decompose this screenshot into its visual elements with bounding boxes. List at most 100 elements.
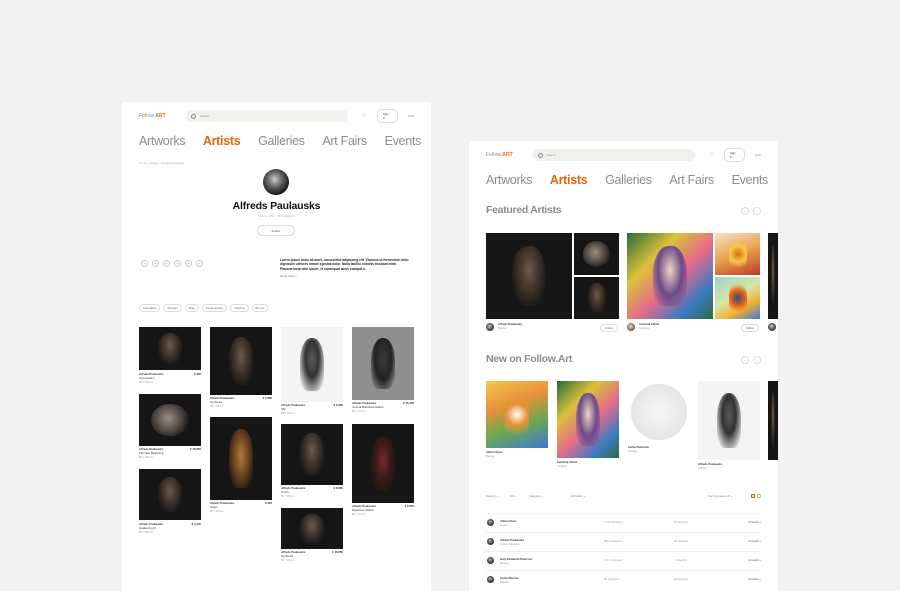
- new-artist-caption: Alfreds Paulausks Painter: [698, 462, 723, 470]
- artworks-link[interactable]: Artworks ›: [748, 577, 761, 581]
- artist-profile-page: Follow.ART Search ♡ Sign in LNG Artworks…: [122, 102, 431, 591]
- nav-events[interactable]: Events: [385, 134, 422, 148]
- tag[interactable]: Surrealism: [139, 304, 161, 312]
- artwork-image[interactable]: [210, 417, 272, 500]
- artwork-count: 22 artworks: [674, 577, 689, 581]
- nav-artworks[interactable]: Artworks: [139, 134, 186, 148]
- tag[interactable]: Bronze: [251, 304, 269, 312]
- chevron-left-icon[interactable]: ‹: [741, 356, 749, 364]
- heart-icon[interactable]: ♡: [362, 113, 366, 119]
- featured-artwork-main[interactable]: [768, 233, 778, 319]
- tag[interactable]: Abstract: [163, 304, 182, 312]
- follow-button[interactable]: Follow: [257, 225, 295, 236]
- artwork-image[interactable]: [352, 327, 414, 400]
- new-artist-artwork[interactable]: [628, 381, 690, 443]
- logo[interactable]: Follow.ART: [486, 152, 513, 158]
- nav-events[interactable]: Events: [732, 173, 769, 187]
- nav-artworks[interactable]: Artworks: [486, 173, 533, 187]
- featured-carousel-arrows: ‹ ›: [741, 207, 761, 215]
- nav-art-fairs[interactable]: Art Fairs: [322, 134, 367, 148]
- tag[interactable]: Contemporary: [201, 304, 228, 312]
- featured-artwork-thumb[interactable]: [715, 233, 760, 275]
- top-bar: Follow.ART Search ♡ Sign in LNG: [486, 148, 761, 162]
- nav-galleries[interactable]: Galleries: [258, 134, 305, 148]
- new-on-followart-title: New on Follow.Art: [486, 353, 573, 365]
- artwork-image[interactable]: [352, 424, 414, 503]
- follow-button[interactable]: Follow: [600, 324, 619, 332]
- artwork-image[interactable]: [210, 327, 272, 395]
- search-input[interactable]: Search: [185, 110, 349, 122]
- facebook-icon[interactable]: ◎: [163, 260, 170, 267]
- list-item[interactable]: Carlie Mercier Ukraine 96 Followers 22 a…: [486, 570, 761, 589]
- instagram-icon[interactable]: ◎: [152, 260, 159, 267]
- featured-artwork-main[interactable]: [627, 233, 713, 319]
- vimeo-icon[interactable]: ◎: [196, 260, 203, 267]
- new-artist-caption: Albinn Rous Painter: [486, 450, 503, 458]
- artwork-caption: Alfreds Paulausks € 8,800 Touch 80 × 80 cm: [281, 486, 343, 498]
- follower-count: 96 Followers: [604, 577, 620, 581]
- new-artist-artwork[interactable]: [557, 381, 619, 458]
- artworks-link[interactable]: Artworks ›: [748, 558, 761, 562]
- new-artist-artwork[interactable]: [768, 381, 778, 460]
- all-artists-filter[interactable]: All Artists ⌄: [571, 494, 586, 498]
- list-item[interactable]: Albinn Rous Latvia 1,6k Followers 56 art…: [486, 513, 761, 532]
- nav-artists[interactable]: Artists: [550, 173, 588, 187]
- breadcrumb[interactable]: Home › Artists › Alfreds Paulausks: [139, 161, 184, 165]
- sort-select[interactable]: Sort by name A-Z ⌄: [708, 494, 733, 498]
- list-item[interactable]: Alfreds Paulausks United Kingdom 96k Fol…: [486, 532, 761, 551]
- artwork-image[interactable]: [139, 469, 201, 520]
- sign-in-button[interactable]: Sign in: [376, 109, 398, 123]
- nav-galleries[interactable]: Galleries: [605, 173, 652, 187]
- featured-artwork-thumb[interactable]: [574, 233, 619, 275]
- artwork-count: 7 artworks: [674, 558, 687, 562]
- country-filter[interactable]: Country ⌄: [486, 494, 499, 498]
- nav-artists[interactable]: Artists: [203, 134, 241, 148]
- artwork-image[interactable]: [139, 394, 201, 446]
- heart-icon[interactable]: ♡: [709, 152, 713, 158]
- read-more-link[interactable]: Read More ›: [280, 274, 297, 278]
- follow-button[interactable]: Follow: [741, 324, 760, 332]
- search-input[interactable]: Search: [532, 149, 696, 161]
- artworks-link[interactable]: Artworks ›: [748, 539, 761, 543]
- artist-name: Alfreds Paulausks: [232, 200, 321, 212]
- new-artist-artwork[interactable]: [486, 381, 548, 448]
- logo[interactable]: Follow.ART: [139, 113, 166, 119]
- follower-count: 5,4 k Followers: [604, 558, 623, 562]
- pinterest-icon[interactable]: ◎: [174, 260, 181, 267]
- language-selector[interactable]: LNG: [755, 153, 761, 157]
- list-view-icon[interactable]: [751, 494, 755, 498]
- tag[interactable]: Male: [184, 304, 199, 312]
- category-filter[interactable]: Category ⌄: [529, 494, 543, 498]
- chevron-right-icon[interactable]: ›: [753, 356, 761, 364]
- featured-artwork-thumb[interactable]: [574, 277, 619, 319]
- artwork-image[interactable]: [281, 508, 343, 549]
- featured-artist-caption: Carolina Alvisa Sculptor: [639, 322, 660, 330]
- grid-view-icon[interactable]: [757, 494, 761, 498]
- artwork-caption: Alfreds Paulausks € 35,300 Journal Brandne…: [352, 401, 414, 413]
- artwork-image[interactable]: [281, 424, 343, 485]
- tag[interactable]: Painting: [230, 304, 249, 312]
- artist-location: Ukraine: [500, 580, 510, 584]
- twitter-icon[interactable]: ◎: [185, 260, 192, 267]
- website-icon[interactable]: ◎: [141, 260, 148, 267]
- artist-meta: Latvia, 1976 · 96 Followers: [258, 214, 295, 218]
- nav-art-fairs[interactable]: Art Fairs: [669, 173, 714, 187]
- new-artist-artwork[interactable]: [698, 381, 760, 460]
- artwork-caption: Alfreds Paulausks $ 295 Origin 80 × 80 cm: [210, 501, 272, 513]
- artist-bio: Lorem ipsum dolor sit amet, consectetur …: [280, 258, 409, 271]
- artwork-image[interactable]: [139, 327, 201, 370]
- view-toggle: [751, 494, 761, 498]
- list-item[interactable]: Gary Elizabeth Peterson Russia 5,4 k Fol…: [486, 551, 761, 570]
- chevron-left-icon[interactable]: ‹: [741, 207, 749, 215]
- language-selector[interactable]: LNG: [408, 114, 414, 118]
- artwork-caption: Alfreds Paulausks $ 395 Composition 80 × 80…: [139, 372, 201, 384]
- artworks-link[interactable]: Artworks ›: [748, 520, 761, 524]
- city-filter[interactable]: City ⌄: [510, 494, 518, 498]
- top-bar: Follow.ART Search ♡ Sign in LNG: [139, 109, 414, 123]
- sign-in-button[interactable]: Sign in: [723, 148, 745, 162]
- chevron-right-icon[interactable]: ›: [753, 207, 761, 215]
- artwork-count: 36 artworks: [674, 539, 689, 543]
- artwork-image[interactable]: [281, 327, 343, 402]
- featured-artwork-thumb[interactable]: [715, 277, 760, 319]
- featured-artwork-main[interactable]: [486, 233, 572, 319]
